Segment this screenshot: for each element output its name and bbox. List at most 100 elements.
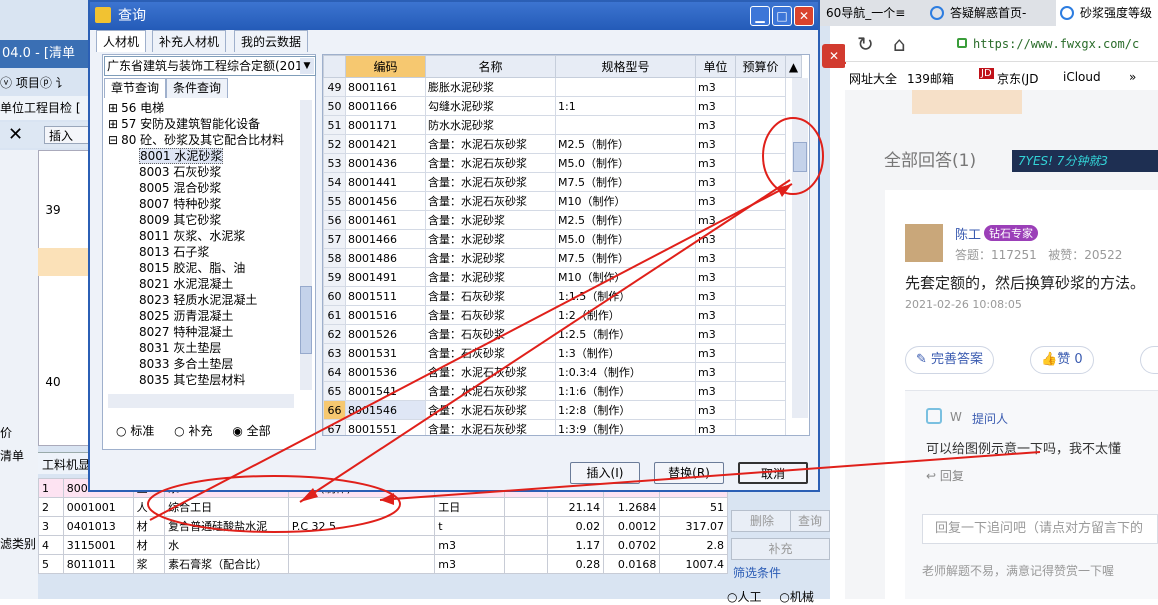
col-header-spec[interactable]: 规格型号: [555, 55, 696, 78]
col-header-unit[interactable]: 单位: [695, 55, 736, 78]
table-row[interactable]: 60 8001511 含量：石灰砂浆 1:1.5（制作） m3: [323, 286, 802, 306]
address-bar[interactable]: https://www.fwxgx.com/c: [973, 37, 1139, 51]
home-icon[interactable]: ⌂: [893, 32, 906, 56]
table-row[interactable]: 55 8001456 含量：水泥石灰砂浆 M10（制作） m3: [323, 191, 802, 211]
answerer-name[interactable]: 陈工: [955, 224, 981, 243]
close-icon[interactable]: ✕: [8, 124, 23, 145]
insert-button[interactable]: 插入: [44, 126, 90, 144]
tree-item[interactable]: ⊟ 80 砼、砂浆及其它配合比材料: [106, 132, 302, 148]
tree-item[interactable]: 8001 水泥砂浆: [106, 148, 302, 164]
table-row[interactable]: 2 0001001 人综合工日 工日 21.14 1.2684 51: [38, 497, 728, 517]
tree-item[interactable]: 8007 特种砂浆: [106, 196, 302, 212]
bookmark-item[interactable]: 京东(JD: [997, 70, 1038, 87]
table-row[interactable]: 50 8001166 勾缝水泥砂浆 1:1 m3: [323, 96, 802, 116]
scrollbar-thumb[interactable]: [300, 286, 312, 354]
table-row[interactable]: 57 8001466 含量：水泥砂浆 M5.0（制作） m3: [323, 229, 802, 249]
table-row[interactable]: 51 8001171 防水水泥砂浆 m3: [323, 115, 802, 135]
tree-item[interactable]: 8005 混合砂浆: [106, 180, 302, 196]
expand-icon[interactable]: ⊞: [108, 117, 118, 131]
library-select[interactable]: 广东省建筑与装饰工程综合定额(201: [104, 56, 316, 76]
query-button[interactable]: 查询: [790, 510, 830, 532]
tree-scrollbar[interactable]: [300, 100, 312, 390]
tab-labor-material[interactable]: 人材机: [96, 30, 147, 52]
col-header-price[interactable]: 预算价: [735, 55, 786, 78]
table-row[interactable]: 66 8001546 含量：水泥石灰砂浆 1:2:8（制作） m3: [323, 400, 802, 420]
tab-supplement[interactable]: 补充人材机: [152, 30, 227, 52]
bookmark-item[interactable]: iCloud: [1063, 70, 1101, 84]
chevron-up-icon[interactable]: ▲: [785, 55, 802, 78]
table-row[interactable]: 62 8001526 含量：石灰砂浆 1:2.5（制作） m3: [323, 324, 802, 344]
col-header-code[interactable]: 编码: [345, 55, 426, 78]
results-scrollbar[interactable]: [792, 78, 808, 418]
tree-item[interactable]: 8021 水泥混凝土: [106, 276, 302, 292]
browser-tab[interactable]: 答疑解惑首页-: [944, 0, 1054, 26]
tree-item[interactable]: 8011 灰浆、水泥浆: [106, 228, 302, 244]
table-row[interactable]: 49 8001161 膨胀水泥砂浆 m3: [323, 77, 802, 97]
tree-item[interactable]: 8027 特种混凝土: [106, 324, 302, 340]
like-button[interactable]: 👍赞 0: [1030, 346, 1094, 374]
table-row[interactable]: 67 8001551 含量：水泥石灰砂浆 1:3:9（制作） m3: [323, 419, 802, 435]
tab-material[interactable]: 工料机显: [42, 456, 90, 473]
tree-item[interactable]: 8033 多合土垫层: [106, 356, 302, 372]
background-app-menu[interactable]: ⓥ 项目ⓟ 讠: [0, 72, 90, 94]
browser-tab-active[interactable]: 砂浆强度等级: [1074, 0, 1158, 26]
table-row[interactable]: 63 8001531 含量：石灰砂浆 1:3（制作） m3: [323, 343, 802, 363]
tab-condition-query[interactable]: 条件查询: [166, 78, 229, 98]
radio-icon[interactable]: ○: [116, 424, 126, 438]
tree-hscrollbar[interactable]: [108, 394, 294, 408]
tree-item[interactable]: 8009 其它砂浆: [106, 212, 302, 228]
tree-item[interactable]: 8015 胶泥、脂、油: [106, 260, 302, 276]
tree-item[interactable]: ⊞ 56 电梯: [106, 100, 302, 116]
table-row[interactable]: 5 8011011 浆素石膏浆（配合比） m3 0.28 0.0168 1007.4: [38, 554, 728, 574]
delete-button[interactable]: 删除: [731, 510, 793, 532]
reply-link[interactable]: ↩ 回复: [926, 467, 964, 484]
radio-selected-icon[interactable]: ◉: [232, 424, 242, 438]
radio-icon[interactable]: ○: [174, 424, 184, 438]
browser-tab[interactable]: 60导航_一个≡: [820, 0, 925, 26]
tree-item[interactable]: 8031 灰土垫层: [106, 340, 302, 356]
col-header-name[interactable]: 名称: [425, 55, 556, 78]
replace-button[interactable]: 替换(R): [654, 462, 724, 484]
tree-item[interactable]: 8003 石灰砂浆: [106, 164, 302, 180]
collapse-icon[interactable]: ⊟: [108, 133, 118, 147]
insert-button[interactable]: 插入(I): [570, 462, 640, 484]
table-row[interactable]: 54 8001441 含量：水泥石灰砂浆 M7.5（制作） m3: [323, 172, 802, 192]
radio-icon[interactable]: ○: [727, 590, 737, 604]
table-row[interactable]: 53 8001436 含量：水泥石灰砂浆 M5.0（制作） m3: [323, 153, 802, 173]
close-icon[interactable]: ✕: [822, 44, 846, 68]
bookmark-item[interactable]: »: [1129, 70, 1136, 84]
maximize-icon[interactable]: □: [772, 6, 792, 26]
avatar[interactable]: [905, 224, 943, 262]
table-row[interactable]: 52 8001421 含量：水泥石灰砂浆 M2.5（制作） m3: [323, 134, 802, 154]
supplement-button[interactable]: 补充: [731, 538, 830, 560]
chevron-down-icon[interactable]: ▼: [300, 58, 314, 74]
expand-icon[interactable]: ⊞: [108, 101, 118, 115]
reply-input[interactable]: 回复一下追问吧（请点对方留言下的: [922, 514, 1158, 544]
tab-cloud-data[interactable]: 我的云数据: [234, 30, 309, 52]
table-row[interactable]: 64 8001536 含量：水泥石灰砂浆 1:0.3:4（制作） m3: [323, 362, 802, 382]
close-icon[interactable]: ✕: [794, 6, 814, 26]
tree-item[interactable]: ⊞ 57 安防及建筑智能化设备: [106, 116, 302, 132]
minimize-icon[interactable]: ▁: [750, 6, 770, 26]
reload-icon[interactable]: ↻: [857, 32, 874, 56]
table-row[interactable]: 65 8001541 含量：水泥石灰砂浆 1:1:6（制作） m3: [323, 381, 802, 401]
cancel-button[interactable]: 取消: [738, 462, 808, 484]
promo-banner[interactable]: 7YES! 7分钟就3: [1012, 150, 1158, 172]
scrollbar-thumb[interactable]: [793, 142, 807, 172]
table-row[interactable]: 58 8001486 含量：水泥砂浆 M7.5（制作） m3: [323, 248, 802, 268]
tree-item[interactable]: 8025 沥青混凝土: [106, 308, 302, 324]
table-row[interactable]: 59 8001491 含量：水泥砂浆 M10（制作） m3: [323, 267, 802, 287]
tab-chapter-query[interactable]: 章节查询: [104, 78, 167, 98]
table-row[interactable]: 4 3115001 材水 m3 1.17 0.0702 2.8: [38, 535, 728, 555]
tree-item[interactable]: 8023 轻质水泥混凝土: [106, 292, 302, 308]
table-row[interactable]: 3 0401013 材复合普通硅酸盐水泥 P.C 32.5 t 0.02 0.0012 317…: [38, 516, 728, 536]
tree-item[interactable]: 8035 其它垫层材料: [106, 372, 302, 388]
table-row[interactable]: 56 8001461 含量：水泥砂浆 M2.5（制作） m3: [323, 210, 802, 230]
bookmark-item[interactable]: 139邮箱: [907, 70, 954, 87]
cell-name: 膨胀水泥砂浆: [425, 77, 556, 97]
radio-icon[interactable]: ○: [779, 590, 789, 604]
improve-answer-button[interactable]: ✎ 完善答案: [905, 346, 995, 374]
table-row[interactable]: 61 8001516 含量：石灰砂浆 1:2（制作） m3: [323, 305, 802, 325]
bookmark-item[interactable]: 网址大全: [849, 70, 897, 87]
tree-item[interactable]: 8013 石子浆: [106, 244, 302, 260]
